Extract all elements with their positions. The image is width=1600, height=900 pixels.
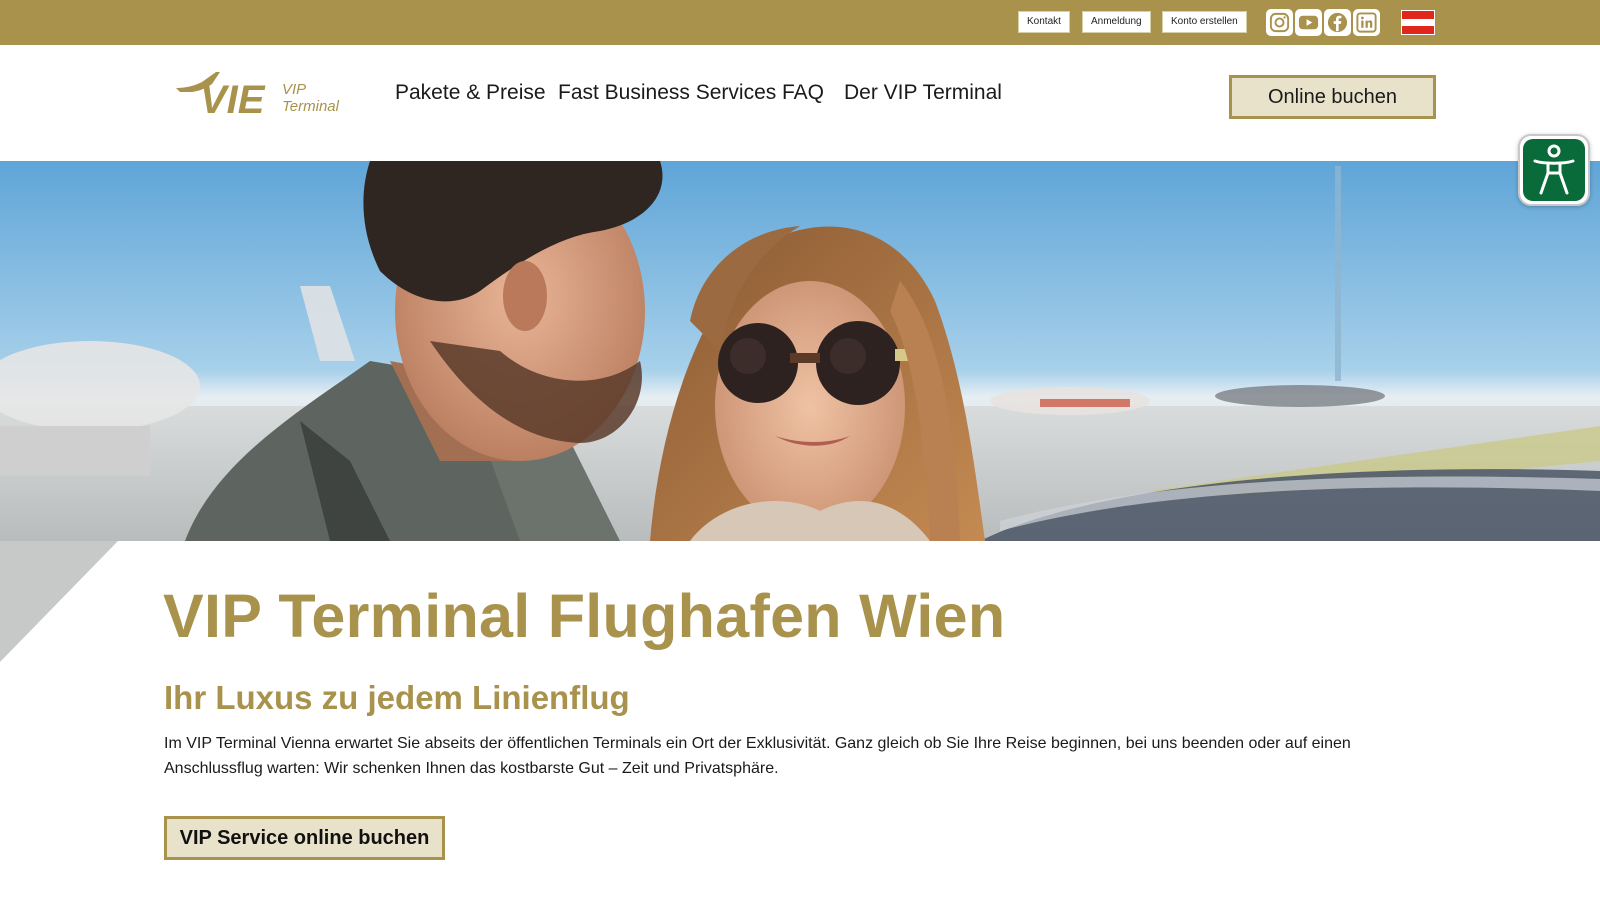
nav-pakete-preise[interactable]: Pakete & Preise	[395, 81, 546, 105]
nav-faq[interactable]: FAQ	[782, 81, 824, 105]
page-subtitle: Ihr Luxus zu jedem Linienflug	[164, 679, 630, 716]
svg-text:VIE: VIE	[200, 78, 266, 116]
accessibility-person-icon	[1523, 139, 1585, 201]
top-utility-bar: Kontakt Anmeldung Konto erstellen	[0, 0, 1600, 45]
main-header: VIE VIP Terminal Pakete & Preise Fast Bu…	[0, 45, 1600, 161]
kontakt-link[interactable]: Kontakt	[1018, 11, 1070, 33]
facebook-icon[interactable]	[1324, 9, 1351, 36]
nav-der-vip-terminal[interactable]: Der VIP Terminal	[844, 81, 1002, 105]
accessibility-widget-button[interactable]	[1518, 134, 1590, 206]
hero-photo	[0, 161, 1600, 541]
konto-erstellen-link[interactable]: Konto erstellen	[1162, 11, 1247, 33]
svg-text:VIP: VIP	[282, 81, 306, 98]
hero-diagonal-corner	[0, 541, 118, 662]
vip-service-online-buchen-button[interactable]: VIP Service online buchen	[164, 816, 445, 860]
page-title: VIP Terminal Flughafen Wien	[163, 582, 1006, 650]
online-buchen-button[interactable]: Online buchen	[1229, 75, 1436, 119]
austria-flag-icon[interactable]	[1401, 10, 1435, 35]
vie-vip-terminal-logo[interactable]: VIE VIP Terminal	[176, 70, 348, 116]
svg-text:Terminal: Terminal	[282, 98, 340, 115]
instagram-icon[interactable]	[1266, 9, 1293, 36]
anmeldung-link[interactable]: Anmeldung	[1082, 11, 1151, 33]
intro-paragraph: Im VIP Terminal Vienna erwartet Sie abse…	[164, 735, 1351, 777]
youtube-icon[interactable]	[1295, 9, 1322, 36]
nav-fast-business-services[interactable]: Fast Business Services	[558, 81, 776, 105]
linkedin-icon[interactable]	[1353, 9, 1380, 36]
